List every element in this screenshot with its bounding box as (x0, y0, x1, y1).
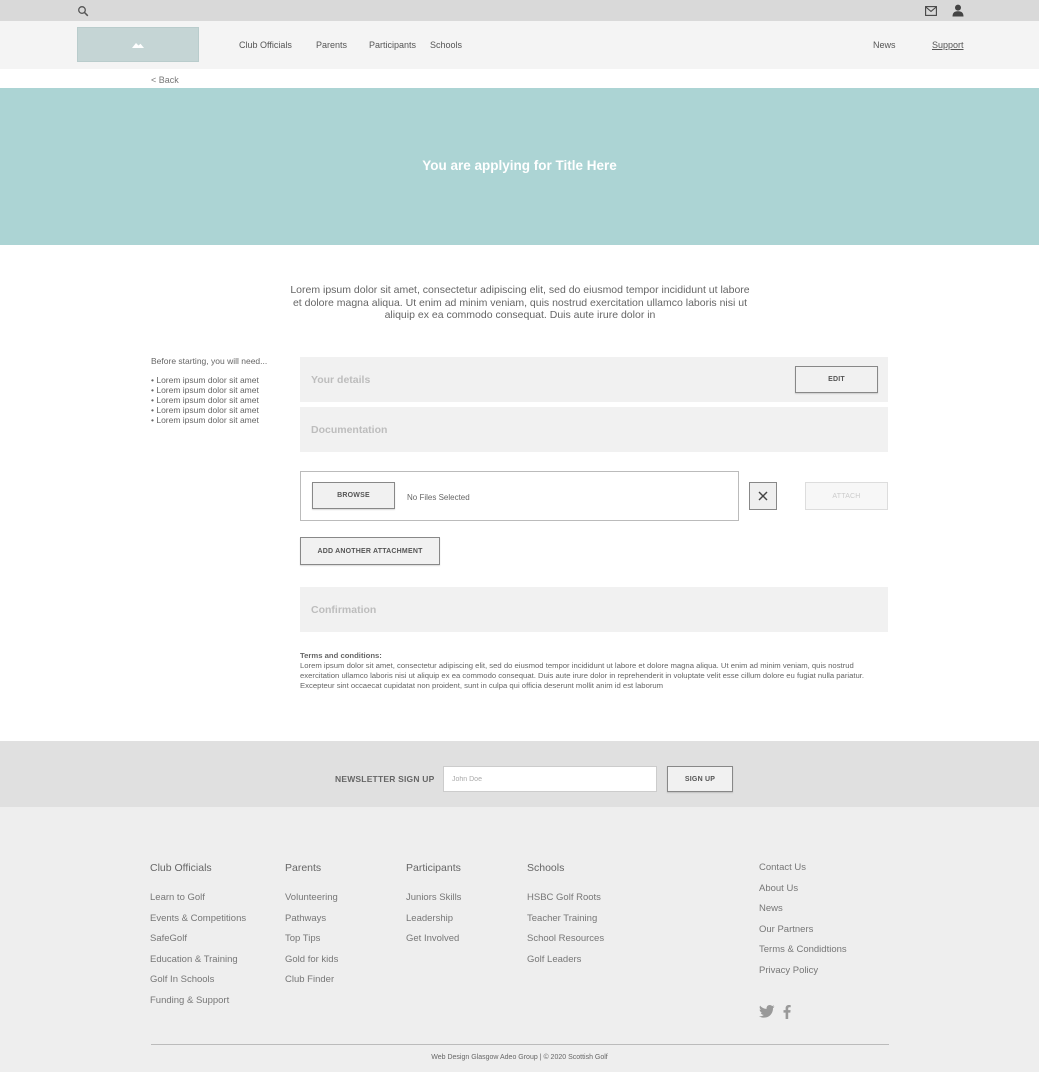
footer-divider (151, 1044, 889, 1045)
back-link[interactable]: < Back (151, 75, 179, 85)
before-title: Before starting, you will need... (151, 356, 268, 366)
footer-column-club-officials: Learn to Golf Events & Competitions Safe… (150, 892, 246, 1016)
attach-button[interactable]: ATTACH (805, 482, 888, 510)
section-documentation[interactable]: Documentation (300, 407, 888, 452)
clear-file-button[interactable] (749, 482, 777, 510)
nav-club-officials[interactable]: Club Officials (239, 40, 292, 50)
intro-text: Lorem ipsum dolor sit amet, consectetur … (290, 284, 750, 321)
section-label: Your details (311, 374, 371, 386)
footer-link[interactable]: Top Tips (285, 933, 338, 954)
file-status: No Files Selected (407, 493, 470, 502)
footer-link[interactable]: News (759, 903, 847, 924)
section-label: Confirmation (311, 604, 377, 616)
footer-column-parents: Volunteering Pathways Top Tips Gold for … (285, 892, 338, 995)
list-item: • Lorem ipsum dolor sit amet (151, 414, 259, 425)
footer-link[interactable]: Pathways (285, 913, 338, 934)
footer-link[interactable]: Golf Leaders (527, 954, 604, 975)
edit-button[interactable]: EDIT (795, 366, 878, 393)
sign-up-button[interactable]: SIGN UP (667, 766, 733, 792)
newsletter-label: NEWSLETTER SIGN UP (335, 774, 435, 784)
footer-link[interactable]: Contact Us (759, 862, 847, 883)
footer-link[interactable]: Terms & Condidtions (759, 944, 847, 965)
site-logo[interactable] (77, 27, 199, 62)
logo-image-icon (132, 42, 144, 48)
footer-link[interactable]: Get Involved (406, 933, 461, 954)
footer-link[interactable]: School Resources (527, 933, 604, 954)
footer-link[interactable]: Learn to Golf (150, 892, 246, 913)
footer-link[interactable]: Funding & Support (150, 995, 246, 1016)
footer-heading-parents: Parents (285, 862, 322, 874)
nav-participants[interactable]: Participants (369, 40, 416, 50)
nav-schools[interactable]: Schools (430, 40, 462, 50)
file-upload-field[interactable]: BROWSE No Files Selected (300, 471, 739, 521)
mail-icon[interactable] (925, 6, 937, 16)
section-confirmation[interactable]: Confirmation (300, 587, 888, 632)
add-another-attachment-button[interactable]: ADD ANOTHER ATTACHMENT (300, 537, 440, 565)
before-list: • Lorem ipsum dolor sit amet • Lorem ips… (151, 375, 259, 426)
footer-link[interactable]: Events & Competitions (150, 913, 246, 934)
footer-link[interactable]: Leadership (406, 913, 461, 934)
section-label: Documentation (311, 424, 388, 436)
hero-banner: You are applying for Title Here (0, 88, 1039, 245)
footer-link[interactable]: Club Finder (285, 974, 338, 995)
footer-heading-participants: Participants (406, 862, 461, 874)
facebook-icon[interactable] (783, 1005, 791, 1019)
footer-link[interactable]: Teacher Training (527, 913, 604, 934)
newsletter-name-input[interactable] (443, 766, 657, 792)
twitter-icon[interactable] (759, 1005, 775, 1018)
user-icon[interactable] (952, 4, 964, 17)
close-icon (758, 491, 768, 501)
footer-link[interactable]: Golf In Schools (150, 974, 246, 995)
utility-bar (0, 0, 1039, 21)
terms-body: Lorem ipsum dolor sit amet, consectetur … (300, 661, 865, 690)
footer-link[interactable]: Education & Training (150, 954, 246, 975)
page-title: You are applying for Title Here (422, 157, 617, 173)
footer-heading-schools: Schools (527, 862, 565, 874)
footer-links: Contact Us About Us News Our Partners Te… (759, 862, 847, 986)
footer-heading-club-officials: Club Officials (150, 862, 212, 874)
terms-and-conditions: Terms and conditions: Lorem ipsum dolor … (300, 651, 890, 691)
search-icon[interactable] (77, 5, 89, 17)
footer-link[interactable]: Gold for kids (285, 954, 338, 975)
nav-parents[interactable]: Parents (316, 40, 347, 50)
nav-news[interactable]: News (873, 40, 896, 50)
section-your-details[interactable]: Your details EDIT (300, 357, 888, 402)
footer-column-schools: HSBC Golf Roots Teacher Training School … (527, 892, 604, 974)
copyright-text: Web Design Glasgow Adeo Group | © 2020 S… (431, 1054, 608, 1061)
footer-link[interactable]: Our Partners (759, 924, 847, 945)
footer-link[interactable]: About Us (759, 883, 847, 904)
terms-title: Terms and conditions: (300, 651, 382, 660)
footer-link[interactable]: SafeGolf (150, 933, 246, 954)
footer-column-participants: Juniors Skills Leadership Get Involved (406, 892, 461, 954)
footer-link[interactable]: Juniors Skills (406, 892, 461, 913)
footer-link[interactable]: Privacy Policy (759, 965, 847, 986)
nav-support[interactable]: Support (932, 40, 964, 50)
browse-button[interactable]: BROWSE (312, 482, 395, 509)
footer-link[interactable]: HSBC Golf Roots (527, 892, 604, 913)
footer-link[interactable]: Volunteering (285, 892, 338, 913)
